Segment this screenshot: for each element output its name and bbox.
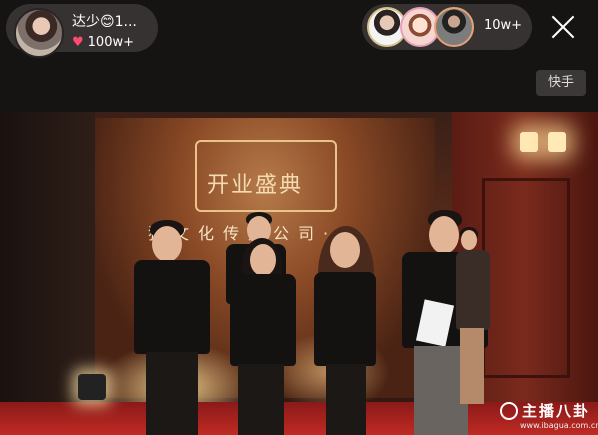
door-panel — [482, 178, 570, 378]
like-count-value: 100w+ — [87, 35, 134, 50]
watermark: 主播八卦 — [500, 400, 590, 421]
watermark-text: 主播八卦 — [522, 402, 591, 420]
watermark-logo-icon — [500, 401, 518, 420]
host-info-pill[interactable]: 达少😊1... ♥ 100w+ — [6, 4, 158, 58]
stage-light — [78, 374, 106, 400]
watermark-url: www.ibagua.com.cn — [520, 421, 598, 430]
host-avatar[interactable] — [14, 8, 64, 58]
close-icon[interactable] — [548, 12, 578, 42]
platform-badge: 快手 — [536, 70, 586, 96]
viewer-list[interactable]: 10w+ — [362, 4, 532, 50]
live-video[interactable]: 开业盛典 猫文化传媒公司· — [0, 112, 598, 435]
host-name: 达少😊1... — [72, 14, 137, 30]
viewer-count[interactable]: 10w+ — [484, 18, 522, 33]
heart-icon: ♥ — [72, 35, 84, 50]
like-count: ♥ 100w+ — [72, 35, 134, 50]
banner-title: 开业盛典 — [207, 173, 304, 198]
viewer-avatar[interactable] — [434, 7, 474, 47]
wall-lamp — [520, 132, 538, 152]
wall — [0, 112, 95, 402]
wall-lamp — [548, 132, 566, 152]
